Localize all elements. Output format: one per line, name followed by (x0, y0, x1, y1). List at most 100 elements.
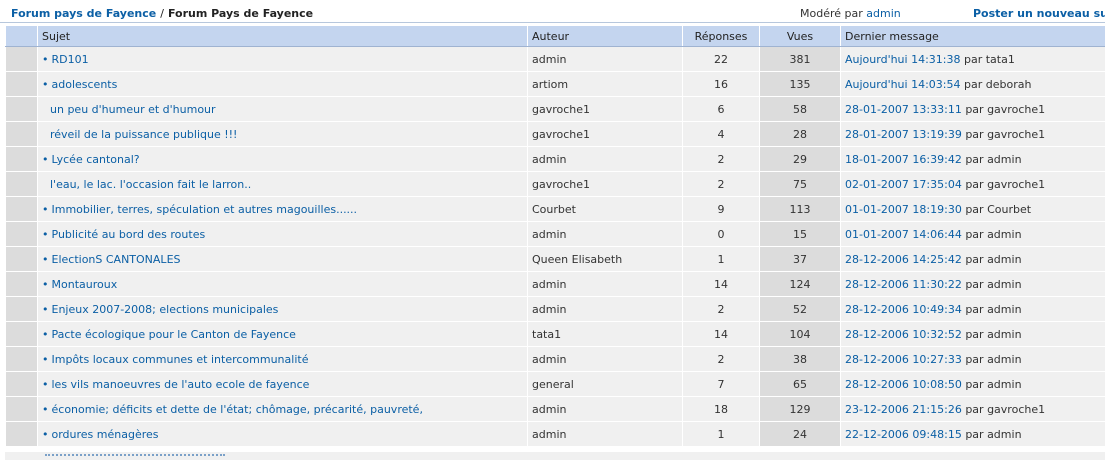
topic-replies: 1 (682, 421, 760, 447)
last-message-link[interactable]: Aujourd'hui 14:03:54 (845, 78, 961, 91)
last-message-link[interactable]: 28-12-2006 10:08:50 (845, 378, 962, 391)
last-message-link[interactable]: 01-01-2007 18:19:30 (845, 203, 962, 216)
last-message-cell: 28-12-2006 11:30:22 par admin (840, 271, 1105, 297)
last-message-author: par admin (965, 277, 1022, 291)
breadcrumb: Forum pays de Fayence / Forum Pays de Faye… (11, 7, 313, 20)
bullet-icon: • (42, 427, 49, 441)
last-message-link[interactable]: 22-12-2006 09:48:15 (845, 428, 962, 441)
topic-views: 28 (759, 121, 841, 147)
last-message-author: par admin (965, 302, 1022, 316)
topic-link[interactable]: Lycée cantonal? (52, 153, 140, 166)
last-message-link[interactable]: 28-12-2006 10:32:52 (845, 328, 962, 341)
last-message-author: par deborah (964, 77, 1032, 91)
topic-link[interactable]: Immobilier, terres, spéculation et autre… (52, 203, 358, 216)
topic-link[interactable]: l'eau, le lac. l'occasion fait le larron… (50, 178, 251, 191)
breadcrumb-current: Forum Pays de Fayence (167, 7, 314, 20)
last-message-cell: 28-12-2006 14:25:42 par admin (840, 246, 1105, 272)
topic-link[interactable]: Montauroux (52, 278, 118, 291)
topic-author: tata1 (527, 321, 683, 347)
last-message-link[interactable]: 23-12-2006 21:15:26 (845, 403, 962, 416)
new-topic-link[interactable]: Poster un nouveau suje (973, 7, 1105, 20)
topic-link[interactable]: Pacte écologique pour le Canton de Fayen… (52, 328, 296, 341)
topic-link[interactable]: Enjeux 2007-2008; elections municipales (52, 303, 279, 316)
table-row: • les vils manoeuvres de l'auto ecole de … (5, 371, 1105, 397)
topic-replies: 16 (682, 71, 760, 97)
last-message-link[interactable]: 28-12-2006 11:30:22 (845, 278, 962, 291)
last-message-link[interactable]: 28-01-2007 13:19:39 (845, 128, 962, 141)
table-row: • Enjeux 2007-2008; elections municipales… (5, 296, 1105, 322)
topic-subject-cell: • économie; déficits et dette de l'état; … (37, 396, 528, 422)
topic-status-icon (5, 271, 38, 297)
last-message-author: par gavroche1 (965, 177, 1046, 191)
last-message-link[interactable]: 28-12-2006 10:27:33 (845, 353, 962, 366)
topic-link[interactable]: RD101 (52, 53, 89, 66)
bullet-icon: • (42, 252, 49, 266)
topic-author: artiom (527, 71, 683, 97)
topic-views: 38 (759, 346, 841, 372)
moderator-link[interactable]: admin (866, 7, 900, 20)
table-row: • Immobilier, terres, spéculation et autr… (5, 196, 1105, 222)
last-message-author: par tata1 (964, 52, 1015, 66)
header-author[interactable]: Auteur (527, 25, 683, 47)
topic-link[interactable]: Impôts locaux communes et intercommunali… (52, 353, 309, 366)
topic-status-icon (5, 396, 38, 422)
topic-replies: 9 (682, 196, 760, 222)
topic-status-icon (5, 221, 38, 247)
topic-views: 75 (759, 171, 841, 197)
bullet-icon: • (42, 377, 49, 391)
header-replies[interactable]: Réponses (682, 25, 760, 47)
header-subject[interactable]: Sujet (37, 25, 528, 47)
topic-subject-cell: • Impôts locaux communes et intercommunal… (37, 346, 528, 372)
topic-subject-cell: • Immobilier, terres, spéculation et autr… (37, 196, 528, 222)
header-views[interactable]: Vues (759, 25, 841, 47)
topic-link[interactable]: économie; déficits et dette de l'état; c… (52, 403, 423, 416)
bullet-icon: • (42, 227, 49, 241)
topic-replies: 14 (682, 321, 760, 347)
last-message-link[interactable]: 18-01-2007 16:39:42 (845, 153, 962, 166)
topic-subject-cell: • Lycée cantonal? (37, 146, 528, 172)
topic-status-icon (5, 46, 38, 72)
last-message-cell: Aujourd'hui 14:03:54 par deborah (840, 71, 1105, 97)
topic-link[interactable]: les vils manoeuvres de l'auto ecole de f… (52, 378, 310, 391)
header-last-message[interactable]: Dernier message (840, 25, 1105, 47)
last-message-link[interactable]: 02-01-2007 17:35:04 (845, 178, 962, 191)
topic-link[interactable]: Publicité au bord des routes (52, 228, 206, 241)
table-row: • Impôts locaux communes et intercommunal… (5, 346, 1105, 372)
topic-author: gavroche1 (527, 96, 683, 122)
last-message-link[interactable]: 28-01-2007 13:33:11 (845, 103, 962, 116)
table-row: • Lycée cantonal? admin 2 29 18-01-2007 16:39… (5, 146, 1105, 172)
topic-subject-cell: • ordures ménagères (37, 421, 528, 447)
table-row: l'eau, le lac. l'occasion fait le larron… (5, 171, 1105, 197)
topic-views: 24 (759, 421, 841, 447)
table-row: • Pacte écologique pour le Canton de Faye… (5, 321, 1105, 347)
breadcrumb-root-link[interactable]: Forum pays de Fayence (11, 7, 156, 20)
last-message-link[interactable]: 28-12-2006 10:49:34 (845, 303, 962, 316)
topic-author: admin (527, 396, 683, 422)
table-row: un peu d'humeur et d'humour gavroche1 6 58 2… (5, 96, 1105, 122)
last-message-link[interactable]: 01-01-2007 14:06:44 (845, 228, 962, 241)
topic-link[interactable]: ElectionS CANTONALES (52, 253, 181, 266)
divider (0, 22, 1105, 23)
topic-author: admin (527, 46, 683, 72)
topic-views: 135 (759, 71, 841, 97)
topic-views: 65 (759, 371, 841, 397)
last-message-link[interactable]: 28-12-2006 14:25:42 (845, 253, 962, 266)
topic-subject-cell: l'eau, le lac. l'occasion fait le larron… (37, 171, 528, 197)
topic-author: admin (527, 271, 683, 297)
last-message-link[interactable]: Aujourd'hui 14:31:38 (845, 53, 961, 66)
topic-status-icon (5, 196, 38, 222)
last-message-author: par admin (965, 377, 1022, 391)
top-bar: Forum pays de Fayence / Forum Pays de Faye… (0, 0, 1105, 25)
topic-link[interactable]: ordures ménagères (52, 428, 159, 441)
moderation-info: Modéré par admin (800, 7, 901, 20)
topic-subject-cell: • RD101 (37, 46, 528, 72)
topic-author: admin (527, 421, 683, 447)
topic-views: 58 (759, 96, 841, 122)
topic-status-icon (5, 71, 38, 97)
last-message-author: par Courbet (965, 202, 1032, 216)
topic-status-icon (5, 296, 38, 322)
topic-link[interactable]: réveil de la puissance publique !!! (50, 128, 237, 141)
topic-link[interactable]: adolescents (52, 78, 118, 91)
bullet-icon: • (42, 152, 49, 166)
topic-link[interactable]: un peu d'humeur et d'humour (50, 103, 216, 116)
